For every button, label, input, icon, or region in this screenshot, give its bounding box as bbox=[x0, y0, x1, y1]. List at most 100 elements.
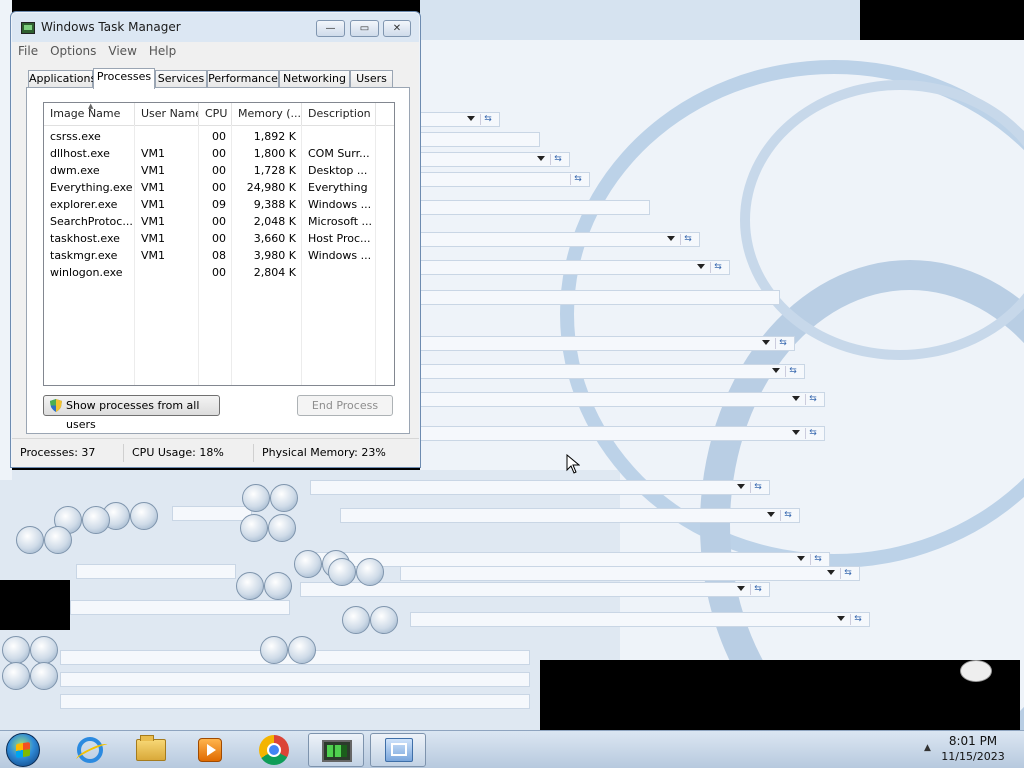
cell-user-name bbox=[135, 264, 199, 281]
clock-time[interactable]: 8:01 PM bbox=[930, 734, 1016, 748]
menu-bar: File Options View Help bbox=[12, 42, 419, 61]
column-cpu[interactable]: CPU bbox=[199, 103, 232, 125]
taskbar-internet-explorer[interactable] bbox=[62, 733, 118, 767]
cell-memory: 2,804 K bbox=[253, 266, 296, 279]
cell-image-name: SearchProtoc... bbox=[50, 215, 133, 228]
task-manager-app-icon bbox=[21, 22, 35, 34]
media-player-icon bbox=[198, 738, 222, 762]
end-process-button[interactable]: End Process bbox=[297, 395, 393, 416]
cell-user-name: VM1 bbox=[141, 181, 166, 194]
taskbar-control-panel[interactable] bbox=[370, 733, 426, 767]
status-processes: Processes: 37 bbox=[12, 444, 124, 462]
cell-memory: 1,800 K bbox=[253, 147, 296, 160]
table-row[interactable]: taskmgr.exe VM1 08 3,980 K Windows ... bbox=[44, 247, 394, 264]
uac-shield-icon bbox=[50, 399, 62, 412]
cell-description: Everything bbox=[308, 181, 368, 194]
cell-description bbox=[302, 128, 376, 145]
minimize-button[interactable]: — bbox=[316, 20, 345, 37]
maximize-icon: ▭ bbox=[359, 23, 370, 34]
cell-memory: 1,728 K bbox=[253, 164, 296, 177]
tab-networking[interactable]: Networking bbox=[279, 70, 350, 88]
cell-cpu: 00 bbox=[212, 164, 226, 177]
cell-memory: 1,892 K bbox=[253, 130, 296, 143]
tab-users[interactable]: Users bbox=[350, 70, 393, 88]
table-row[interactable]: Everything.exe VM1 00 24,980 K Everything bbox=[44, 179, 394, 196]
list-header: ▲ Image Name User Name CPU Memory (... D… bbox=[44, 103, 394, 126]
status-physical-memory: Physical Memory: 23% bbox=[262, 446, 386, 459]
window-title: Windows Task Manager bbox=[41, 20, 181, 34]
taskbar-media-player[interactable] bbox=[182, 733, 238, 767]
column-memory[interactable]: Memory (... bbox=[232, 103, 302, 125]
taskbar-windows-explorer[interactable] bbox=[122, 733, 178, 767]
close-button[interactable]: ✕ bbox=[383, 20, 411, 37]
menu-help[interactable]: Help bbox=[143, 42, 182, 58]
cell-description: Windows ... bbox=[308, 249, 372, 262]
tab-services[interactable]: Services bbox=[155, 70, 207, 88]
table-row[interactable]: csrss.exe 00 1,892 K bbox=[44, 128, 394, 145]
taskbar: ▲ 8:01 PM 11/15/2023 bbox=[0, 730, 1024, 768]
start-button[interactable] bbox=[6, 733, 40, 767]
cell-description bbox=[302, 264, 376, 281]
table-row[interactable]: taskhost.exe VM1 00 3,660 K Host Proc... bbox=[44, 230, 394, 247]
tab-processes[interactable]: Processes bbox=[93, 68, 155, 89]
column-user-name[interactable]: User Name bbox=[135, 103, 199, 125]
cell-cpu: 00 bbox=[212, 266, 226, 279]
table-row[interactable]: dllhost.exe VM1 00 1,800 K COM Surr... bbox=[44, 145, 394, 162]
status-bar: Processes: 37 CPU Usage: 18% Physical Me… bbox=[12, 438, 419, 467]
tab-performance[interactable]: Performance bbox=[207, 70, 279, 88]
taskbar-chrome[interactable] bbox=[246, 733, 302, 767]
chrome-icon bbox=[259, 735, 289, 765]
column-image-name-label: Image Name bbox=[50, 107, 121, 120]
cell-image-name: dllhost.exe bbox=[50, 147, 110, 160]
clock-date[interactable]: 11/15/2023 bbox=[930, 750, 1016, 763]
table-row[interactable]: dwm.exe VM1 00 1,728 K Desktop ... bbox=[44, 162, 394, 179]
window-body: Applications Processes Services Performa… bbox=[12, 61, 419, 467]
process-list[interactable]: ▲ Image Name User Name CPU Memory (... D… bbox=[43, 102, 395, 386]
sort-up-icon: ▲ bbox=[88, 103, 94, 110]
maximize-button[interactable]: ▭ bbox=[350, 20, 379, 37]
table-row[interactable]: SearchProtoc... VM1 00 2,048 K Microsoft ... bbox=[44, 213, 394, 230]
cell-image-name: csrss.exe bbox=[50, 130, 101, 143]
cell-description: COM Surr... bbox=[308, 147, 370, 160]
cell-description: Microsoft ... bbox=[308, 215, 373, 228]
cell-cpu: 00 bbox=[212, 130, 226, 143]
column-description[interactable]: Description bbox=[302, 103, 376, 125]
menu-file[interactable]: File bbox=[12, 42, 44, 58]
cell-description: Desktop ... bbox=[308, 164, 368, 177]
cell-user-name: VM1 bbox=[141, 198, 166, 211]
table-row[interactable]: winlogon.exe 00 2,804 K bbox=[44, 264, 394, 281]
minimize-icon: — bbox=[325, 23, 336, 34]
show-all-processes-button[interactable]: Show processes from all users bbox=[43, 395, 220, 431]
cell-image-name: winlogon.exe bbox=[50, 266, 123, 279]
cell-user-name: VM1 bbox=[141, 249, 166, 262]
cell-cpu: 00 bbox=[212, 215, 226, 228]
table-row[interactable]: explorer.exe VM1 09 9,388 K Windows ... bbox=[44, 196, 394, 213]
status-cpu-usage: CPU Usage: 18% bbox=[124, 444, 254, 462]
menu-options[interactable]: Options bbox=[44, 42, 102, 58]
column-image-name[interactable]: ▲ Image Name bbox=[44, 103, 135, 125]
cell-image-name: dwm.exe bbox=[50, 164, 100, 177]
tab-applications[interactable]: Applications bbox=[28, 70, 96, 88]
menu-view[interactable]: View bbox=[102, 42, 142, 58]
cell-image-name: Everything.exe bbox=[50, 181, 133, 194]
cell-memory: 24,980 K bbox=[246, 181, 296, 194]
cell-cpu: 08 bbox=[212, 249, 226, 262]
close-icon: ✕ bbox=[392, 23, 402, 34]
cell-image-name: taskhost.exe bbox=[50, 232, 120, 245]
internet-explorer-icon bbox=[77, 737, 103, 763]
cell-description: Windows ... bbox=[308, 198, 372, 211]
processes-panel: ▲ Image Name User Name CPU Memory (... D… bbox=[26, 87, 410, 434]
cell-user-name bbox=[135, 128, 199, 145]
control-panel-icon bbox=[385, 738, 413, 762]
cell-image-name: taskmgr.exe bbox=[50, 249, 118, 262]
cell-memory: 3,660 K bbox=[253, 232, 296, 245]
taskbar-task-manager[interactable] bbox=[308, 733, 364, 767]
cell-user-name: VM1 bbox=[141, 147, 166, 160]
task-manager-window: Windows Task Manager — ▭ ✕ File Options Vi… bbox=[10, 11, 421, 468]
cell-memory: 2,048 K bbox=[253, 215, 296, 228]
show-all-processes-label: Show processes from all users bbox=[66, 399, 200, 431]
cell-cpu: 09 bbox=[212, 198, 226, 211]
cell-cpu: 00 bbox=[212, 232, 226, 245]
task-manager-icon bbox=[322, 740, 352, 762]
title-bar[interactable]: Windows Task Manager — ▭ ✕ bbox=[11, 12, 420, 42]
